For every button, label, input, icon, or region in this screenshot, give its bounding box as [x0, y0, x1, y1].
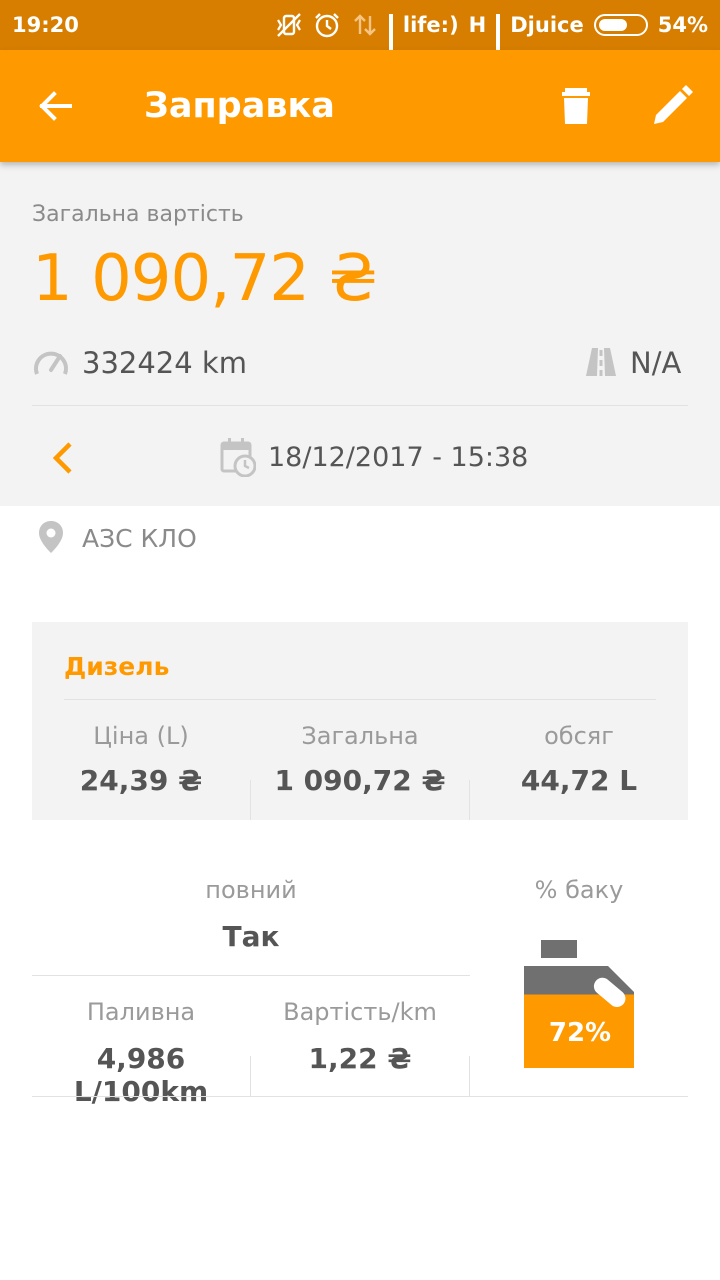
- fuel-canister-icon: [524, 940, 634, 1068]
- route-value: N/A: [630, 346, 682, 380]
- consumption-label: Паливна: [86, 998, 196, 1026]
- fuel-price-value: 24,39 ₴: [79, 764, 203, 797]
- fuel-card: Дизель Ціна (L) 24,39 ₴ Загальна 1 090,7…: [32, 622, 688, 820]
- column-divider: [469, 1056, 470, 1096]
- battery-percent: 54%: [657, 13, 708, 37]
- chevron-left-icon[interactable]: [48, 440, 78, 476]
- fuel-total-value: 1 090,72 ₴: [274, 764, 446, 797]
- carrier-2-label: Djuice: [510, 13, 584, 37]
- road-icon: [586, 348, 616, 376]
- fuel-price-label: Ціна (L): [93, 722, 189, 750]
- summary-panel: Загальна вартість 1 090,72 ₴ 332424 km N…: [0, 162, 720, 506]
- data-transfer-icon: [354, 14, 376, 36]
- fuel-total-label: Загальна: [301, 722, 419, 750]
- tank-percent-value: 72%: [548, 1018, 612, 1048]
- status-bar: 19:20 life:) H Djuice 54%: [0, 0, 720, 84]
- total-cost-label: Загальна вартість: [32, 202, 244, 227]
- consumption-value: 4,986 L/100km: [73, 1042, 209, 1108]
- app-bar: Заправка: [0, 50, 720, 162]
- alarm-icon: [315, 13, 339, 38]
- delete-icon[interactable]: [556, 86, 596, 126]
- signal-2-icon: [496, 14, 501, 84]
- consumption-cell: Паливна 4,986 L/100km: [32, 998, 250, 1108]
- fuel-card-divider: [64, 699, 656, 700]
- fuel-type: Дизель: [64, 652, 170, 681]
- fuel-price-column: Ціна (L) 24,39 ₴: [32, 722, 250, 797]
- carrier-1-label: life:): [402, 13, 459, 37]
- fuel-volume-label: обсяг: [544, 722, 614, 750]
- gas-station-name: АЗС КЛО: [82, 524, 197, 553]
- full-tank-label: повний: [205, 876, 297, 904]
- page-title: Заправка: [144, 86, 335, 126]
- full-tank-cell: повний Так: [32, 876, 470, 953]
- stats-divider: [32, 975, 470, 976]
- cost-per-km-value: 1,22 ₴: [308, 1042, 412, 1075]
- fuel-volume-column: обсяг 44,72 L: [470, 722, 688, 797]
- back-arrow-icon[interactable]: [36, 86, 76, 126]
- battery-icon: [593, 14, 648, 36]
- tank-percent-label: % баку: [534, 876, 624, 904]
- odometer-value: 332424 km: [82, 346, 247, 380]
- fuel-total-column: Загальна 1 090,72 ₴: [251, 722, 469, 797]
- total-cost-amount: 1 090,72 ₴: [32, 242, 378, 316]
- tank-percent-cell: % баку: [470, 876, 688, 904]
- status-time: 19:20: [12, 13, 79, 37]
- cost-per-km-cell: Вартість/km 1,22 ₴: [251, 998, 469, 1075]
- cost-per-km-label: Вартість/km: [283, 998, 437, 1026]
- speedometer-icon: [34, 351, 68, 375]
- summary-divider: [32, 405, 688, 406]
- location-pin-icon: [39, 521, 63, 553]
- full-tank-value: Так: [222, 920, 280, 953]
- vibrate-off-icon: [276, 13, 301, 37]
- signal-icon: [388, 14, 393, 84]
- refuel-datetime[interactable]: 18/12/2017 - 15:38: [268, 442, 528, 473]
- edit-pencil-icon[interactable]: [650, 84, 694, 128]
- stats-bottom-divider: [32, 1096, 688, 1097]
- fuel-volume-value: 44,72 L: [520, 764, 638, 797]
- status-icons: life:) H Djuice 54%: [275, 12, 708, 84]
- network-type-label: H: [468, 13, 487, 37]
- calendar-clock-icon: [220, 438, 256, 477]
